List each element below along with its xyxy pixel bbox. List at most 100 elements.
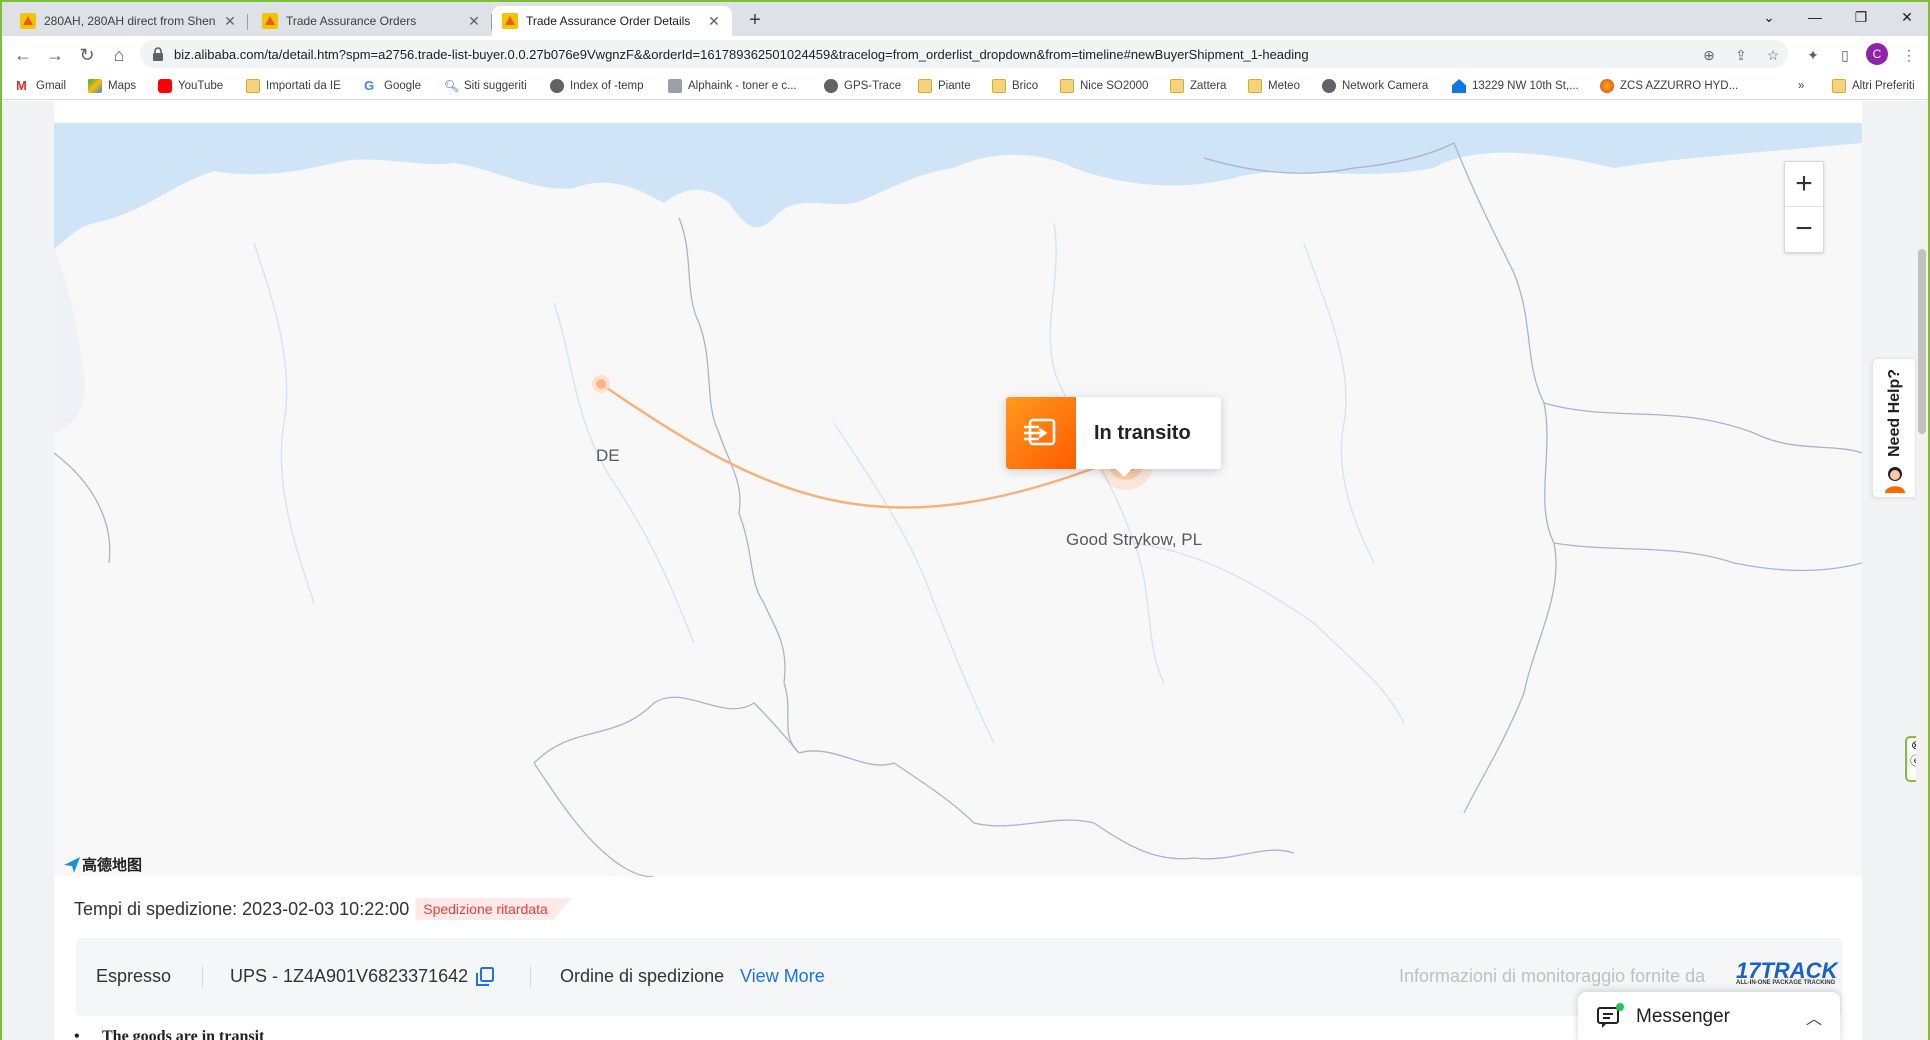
messenger-panel[interactable]: Messenger ︿ [1578, 992, 1840, 1040]
tracking-event: The goods are in transit [74, 1028, 264, 1040]
chevron-up-icon[interactable]: ︿ [1806, 1005, 1822, 1029]
bookmark-piante[interactable]: Piante [918, 77, 971, 95]
folder-icon [992, 79, 1006, 93]
folder-icon [1060, 79, 1074, 93]
globe-icon [824, 79, 838, 93]
bookmark-star-icon[interactable]: ☆ [1762, 44, 1784, 66]
maps-icon [88, 79, 102, 93]
home-icon[interactable]: ⌂ [106, 42, 132, 68]
bookmark-youtube[interactable]: YouTube [158, 77, 223, 95]
divider [530, 966, 531, 988]
tab-3-active[interactable]: Trade Assurance Order Details ✕ [492, 6, 732, 36]
delay-badge: Spedizione ritardata [415, 898, 572, 920]
bookmark-maps[interactable]: Maps [88, 77, 136, 95]
google-icon: G [364, 78, 375, 93]
status-text: In transito [1094, 421, 1191, 444]
tracking-number: UPS - 1Z4A901V6823371642 [230, 966, 469, 986]
restore-button[interactable]: ❐ [1838, 2, 1884, 32]
destination-label: Good Strykow, PL [1066, 530, 1203, 549]
shipping-time-row: Tempi di spedizione: 2023-02-03 10:22:00… [74, 898, 572, 920]
status-popup: In transito [1006, 397, 1221, 477]
zcs-icon [1600, 79, 1614, 93]
map-canvas [54, 123, 1862, 877]
divider [202, 966, 203, 988]
scrollbar-thumb[interactable] [1918, 249, 1926, 434]
copy-icon[interactable] [474, 966, 496, 988]
bookmark-index-temp[interactable]: Index of -temp [550, 77, 644, 95]
bookmark-meteo[interactable]: Meteo [1248, 77, 1300, 95]
online-indicator [1616, 1003, 1624, 1011]
folder-icon [1832, 79, 1846, 93]
zoom-in-button[interactable]: + [1785, 162, 1823, 207]
tracking-provider-text: Informazioni di monitoraggio fornite da [1399, 966, 1706, 986]
bookmark-importati[interactable]: Importati da IE [246, 77, 341, 95]
tracking-map[interactable] [54, 123, 1862, 877]
close-tab-icon[interactable]: ✕ [706, 13, 722, 30]
tab-search-icon[interactable]: ⌄ [1746, 2, 1792, 32]
bookmarks-overflow-icon[interactable]: » [1798, 77, 1804, 95]
new-tab-button[interactable]: + [742, 8, 768, 34]
support-agent-icon [1885, 467, 1905, 493]
shipping-order-label: Ordine di spedizione [560, 966, 725, 986]
alibaba-favicon-icon [262, 13, 278, 29]
reload-icon[interactable]: ↻ [74, 42, 100, 68]
close-tab-icon[interactable]: ✕ [222, 13, 238, 30]
amap-arrow-icon [64, 856, 80, 873]
origin-marker[interactable] [596, 379, 606, 389]
messenger-label: Messenger [1636, 1006, 1730, 1027]
globe-icon [550, 79, 564, 93]
minimize-button[interactable]: — [1792, 2, 1838, 32]
need-help-widget[interactable]: Need Help? [1872, 358, 1916, 498]
close-tab-icon[interactable]: ✕ [466, 13, 482, 30]
view-more-link[interactable]: View More [740, 966, 825, 987]
bookmark-zcs[interactable]: ZCS AZZURRO HYD... [1600, 77, 1738, 95]
map-zoom-control: + − [1784, 161, 1824, 253]
bookmark-nice[interactable]: Nice SO2000 [1060, 77, 1148, 95]
folder-icon [918, 79, 932, 93]
folder-icon [1170, 79, 1184, 93]
close-window-button[interactable]: ✕ [1884, 2, 1930, 32]
alibaba-favicon-icon [20, 13, 36, 29]
zillow-icon [1452, 79, 1466, 93]
gmail-icon: M [16, 78, 27, 93]
tab-title: Trade Assurance Order Details [526, 14, 691, 28]
search-icon: 🔍︎ [444, 79, 460, 93]
alibaba-favicon-icon [502, 13, 518, 29]
bookmark-brico[interactable]: Brico [992, 77, 1038, 95]
messenger-icon [1596, 1003, 1624, 1031]
origin-label: DE [596, 446, 620, 465]
back-icon[interactable]: ← [10, 42, 36, 68]
tab-2[interactable]: Trade Assurance Orders ✕ [252, 6, 492, 36]
bookmark-google[interactable]: G Google [364, 77, 421, 95]
folder-icon [246, 79, 260, 93]
bookmark-network-camera[interactable]: Network Camera [1322, 77, 1428, 95]
rivers [253, 222, 1405, 744]
side-panel-icon[interactable]: ▯ [1834, 44, 1856, 66]
need-help-label: Need Help? [1886, 368, 1903, 457]
profile-avatar[interactable]: C [1866, 43, 1888, 65]
country-borders [54, 142, 1862, 877]
bookmark-zillow[interactable]: 13229 NW 10th St,... [1452, 77, 1579, 95]
shipping-method: Espresso [96, 966, 172, 986]
share-icon[interactable]: ⇪ [1730, 44, 1752, 66]
tab-1[interactable]: 280AH, 280AH direct from Shenz ✕ [10, 6, 248, 36]
tab-title: Trade Assurance Orders [286, 14, 417, 28]
zoom-out-button[interactable]: − [1785, 207, 1823, 252]
address-bar[interactable]: biz.alibaba.com/ta/detail.htm?spm=a2756.… [140, 40, 1788, 68]
menu-kebab-icon[interactable]: ⋮ [1898, 44, 1920, 66]
folder-icon [1248, 79, 1262, 93]
bookmark-alphaink[interactable]: Alphaink - toner e c... [668, 77, 797, 95]
bookmark-altri-preferiti[interactable]: Altri Preferiti [1832, 77, 1915, 95]
bookmark-gps-trace[interactable]: GPS-Trace [824, 77, 901, 95]
zoom-icon[interactable]: ⊕ [1698, 44, 1720, 66]
bookmarks-bar: M Gmail Maps YouTube Importati da IE G Goo… [2, 72, 1928, 100]
bookmark-gmail[interactable]: M Gmail [16, 77, 66, 95]
page-scrollbar[interactable] [1916, 101, 1928, 1040]
bookmark-siti-suggeriti[interactable]: 🔍︎ Siti suggeriti [444, 77, 527, 95]
url-text: biz.alibaba.com/ta/detail.htm?spm=a2756.… [174, 46, 1309, 62]
extensions-icon[interactable]: ✦ [1802, 44, 1824, 66]
bookmark-zattera[interactable]: Zattera [1170, 77, 1226, 95]
17track-logo: 17TRACK ALL-IN-ONE PACKAGE TRACKING [1736, 958, 1838, 986]
shipping-time: Tempi di spedizione: 2023-02-03 10:22:00 [74, 898, 410, 919]
forward-icon[interactable]: → [42, 42, 68, 68]
